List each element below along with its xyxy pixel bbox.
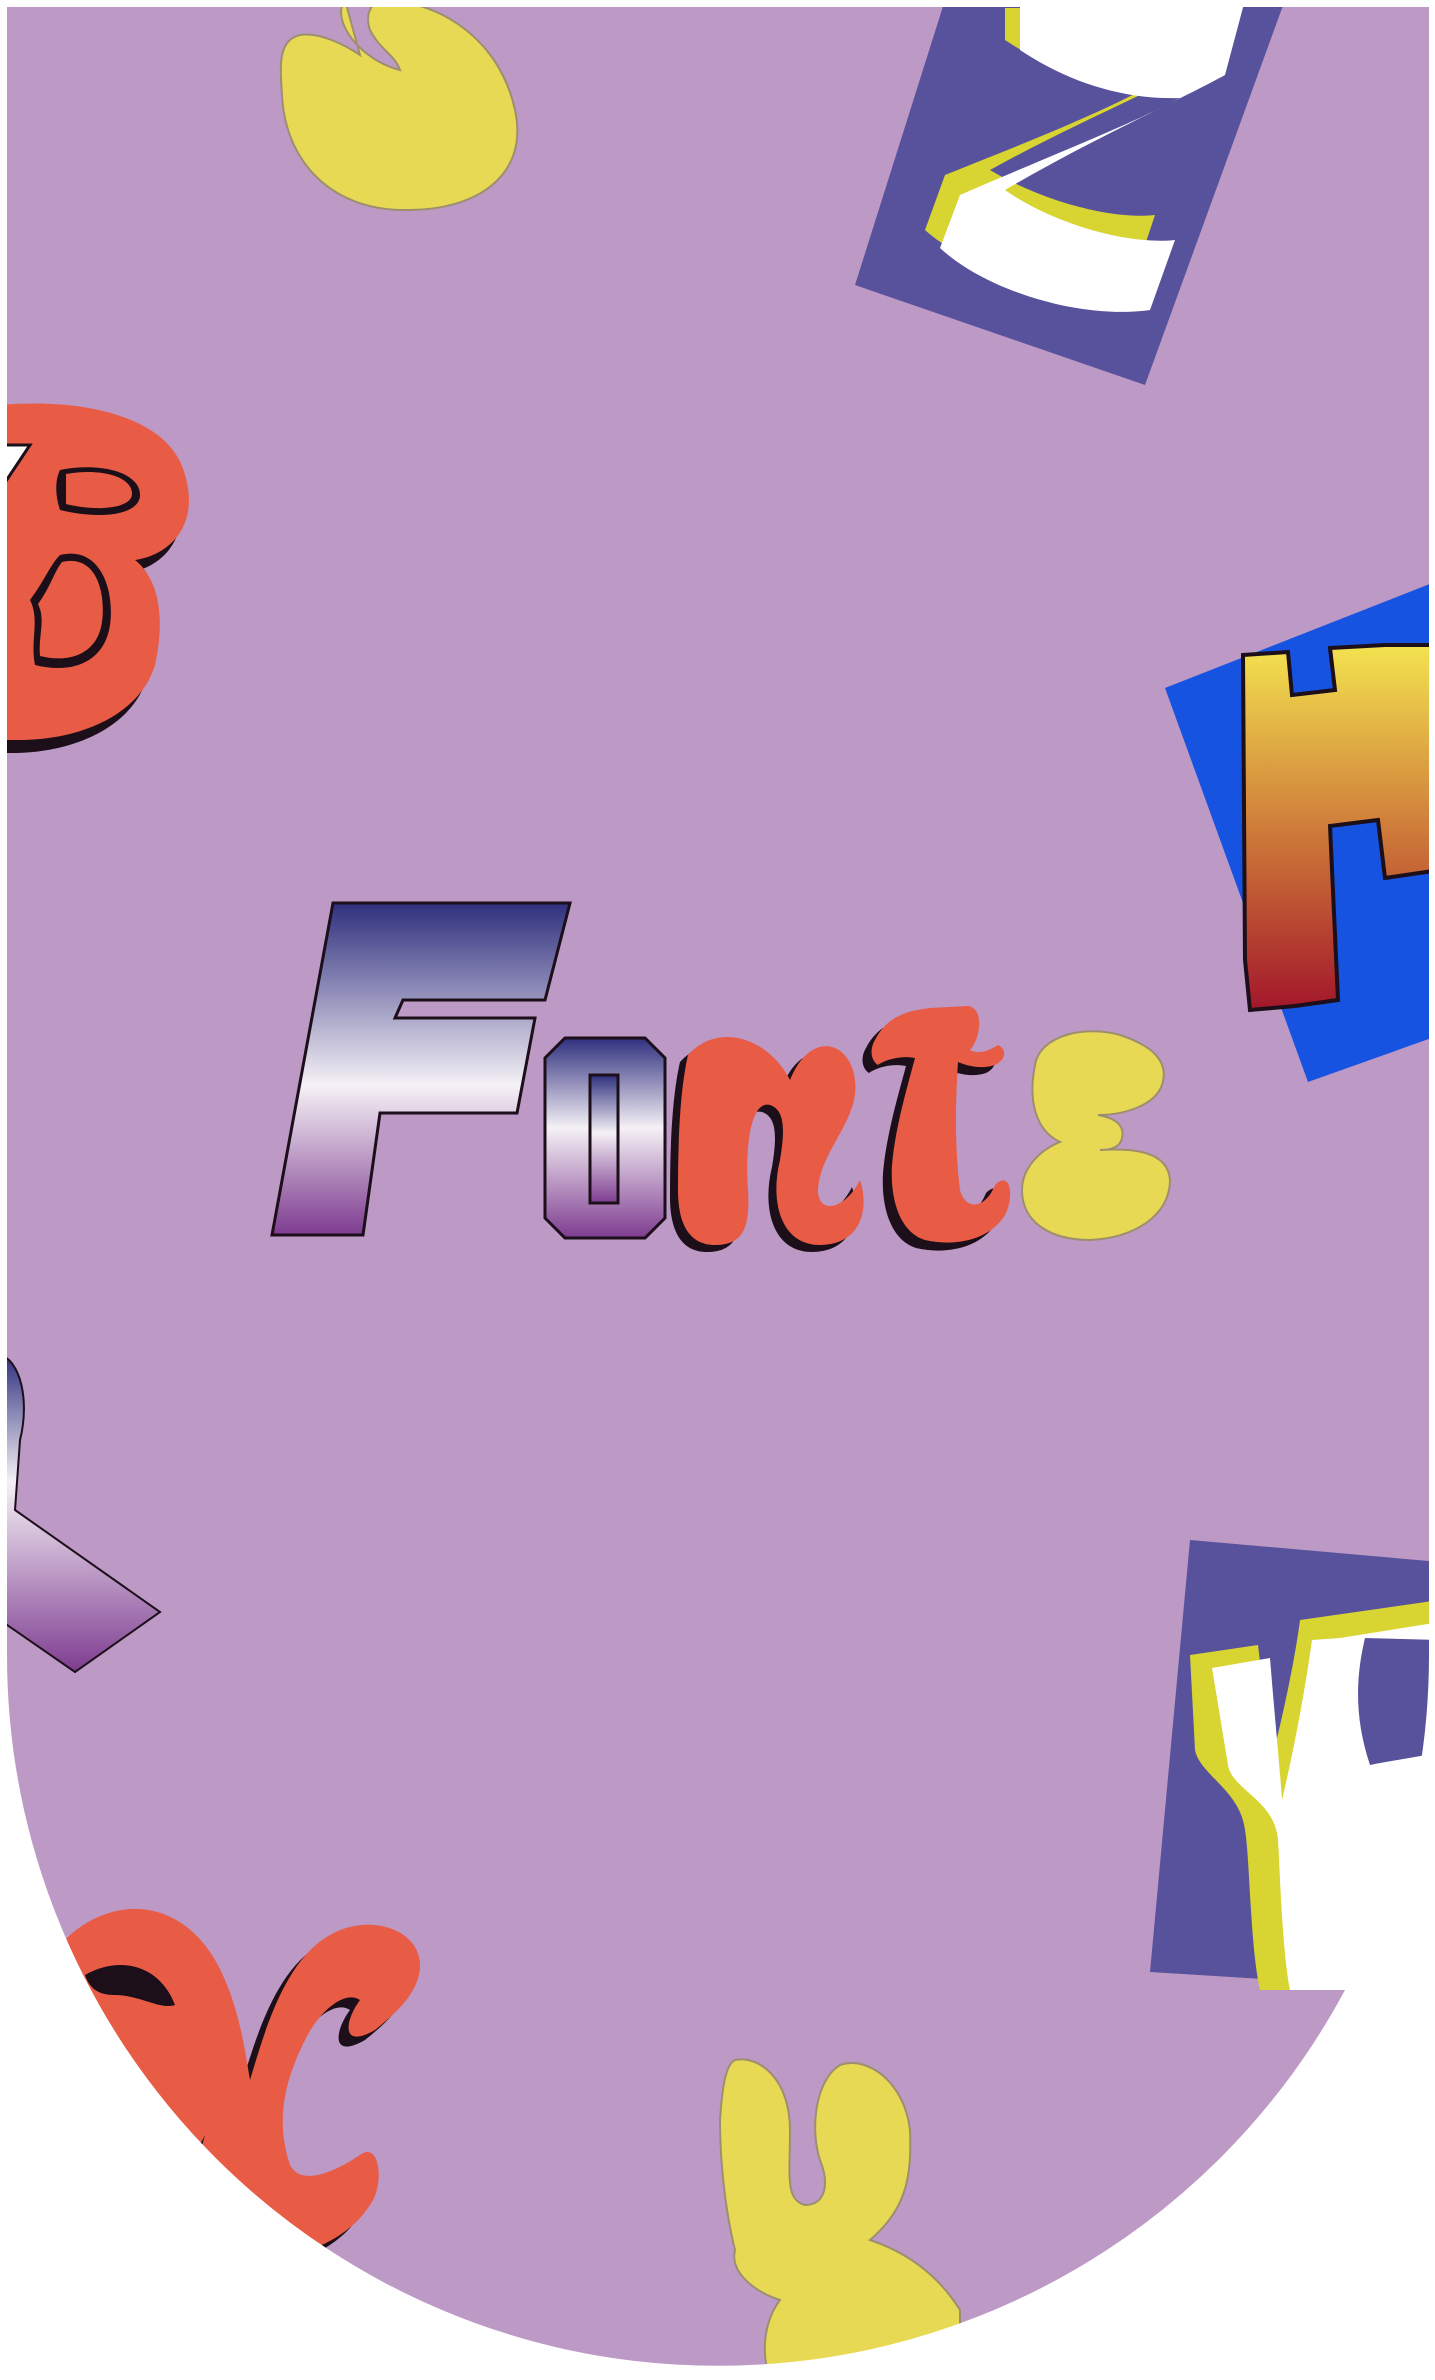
- title-letter-o: [543, 1036, 667, 1240]
- tile-k-indigo: [1150, 1540, 1430, 1990]
- fonts-poster-artwork: [5, 5, 1431, 2368]
